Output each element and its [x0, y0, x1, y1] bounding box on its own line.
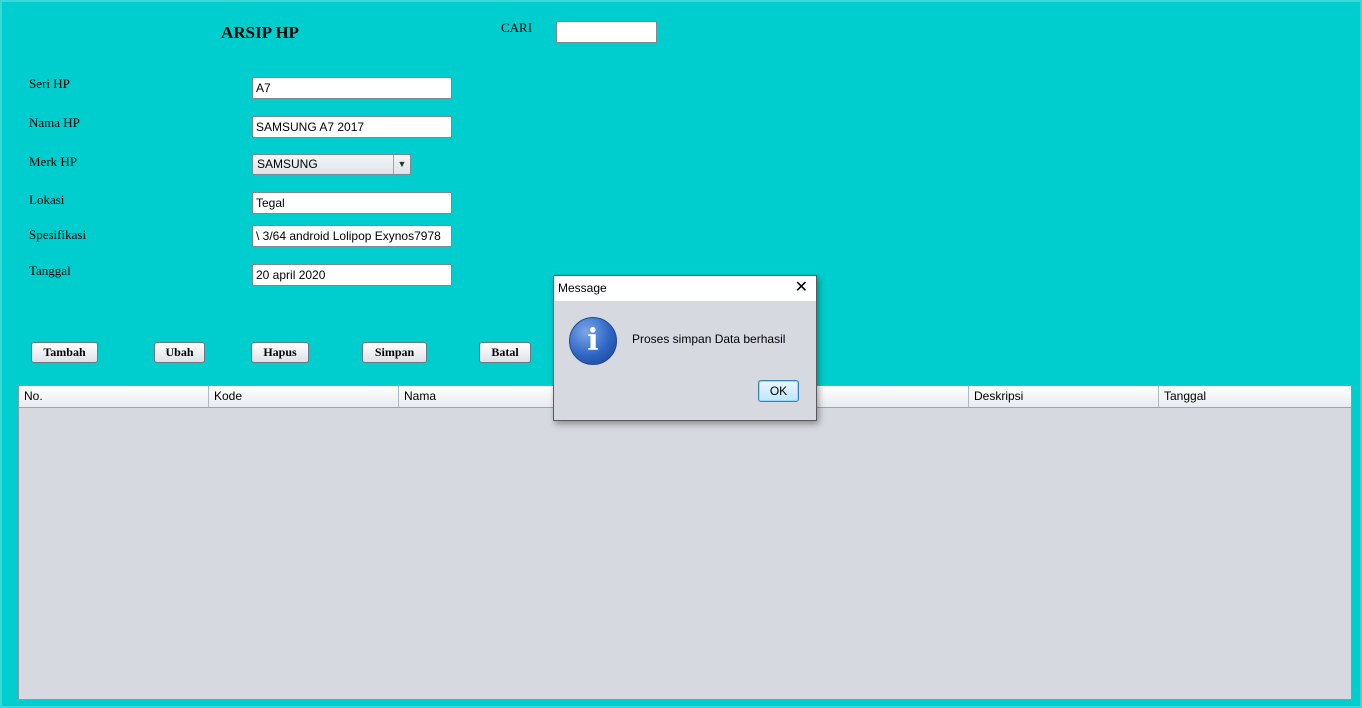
column-header-kode[interactable]: Kode — [209, 386, 399, 407]
main-window: ARSIP HP CARI Seri HP A7 Nama HP SAMSUNG… — [0, 0, 1362, 708]
nama-input[interactable]: SAMSUNG A7 2017 — [252, 116, 452, 138]
merk-select[interactable]: SAMSUNG ▼ — [252, 154, 411, 175]
ok-button[interactable]: OK — [758, 380, 799, 402]
column-header-no[interactable]: No. — [19, 386, 209, 407]
info-icon: i — [569, 317, 617, 365]
close-icon[interactable]: ✕ — [795, 278, 808, 298]
data-table[interactable]: No. Kode Nama si Deskripsi Tanggal — [18, 385, 1352, 700]
tambah-button[interactable]: Tambah — [31, 342, 98, 363]
seri-input[interactable]: A7 — [252, 77, 452, 99]
dialog-titlebar[interactable]: Message ✕ — [554, 276, 816, 301]
nama-label: Nama HP — [29, 115, 80, 130]
lokasi-input[interactable]: Tegal — [252, 192, 452, 214]
merk-selected-value: SAMSUNG — [257, 157, 318, 171]
column-header-tanggal[interactable]: Tanggal — [1159, 386, 1351, 407]
chevron-down-icon[interactable]: ▼ — [393, 155, 410, 174]
search-label: CARI — [501, 20, 533, 35]
merk-label: Merk HP — [29, 154, 78, 169]
spesifikasi-label: Spesifikasi — [29, 227, 87, 242]
search-input[interactable] — [556, 21, 657, 43]
ubah-button[interactable]: Ubah — [154, 342, 205, 363]
lokasi-label: Lokasi — [29, 192, 65, 207]
simpan-button[interactable]: Simpan — [362, 342, 427, 363]
dialog-message: Proses simpan Data berhasil — [632, 332, 786, 346]
dialog-title: Message — [558, 281, 607, 295]
tanggal-label: Tanggal — [29, 263, 71, 278]
message-dialog: Message ✕ i Proses simpan Data berhasil … — [553, 275, 817, 421]
column-header-deskripsi[interactable]: Deskripsi — [969, 386, 1159, 407]
app-title: ARSIP HP — [221, 23, 299, 42]
seri-label: Seri HP — [29, 76, 70, 91]
spesifikasi-input[interactable]: \ 3/64 android Lolipop Exynos7978 — [252, 225, 452, 247]
hapus-button[interactable]: Hapus — [251, 342, 309, 363]
batal-button[interactable]: Batal — [479, 342, 531, 363]
tanggal-input[interactable]: 20 april 2020 — [252, 264, 452, 286]
